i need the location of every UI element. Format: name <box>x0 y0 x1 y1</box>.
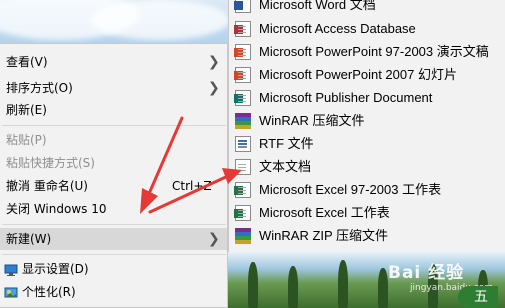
arrow-to-text-document <box>148 174 230 214</box>
arrow-to-new <box>146 116 184 198</box>
corner-button[interactable]: 五 <box>458 286 498 308</box>
arrow-head-text-document <box>222 168 242 184</box>
watermark-brand: Bai 经验 <box>388 263 465 283</box>
